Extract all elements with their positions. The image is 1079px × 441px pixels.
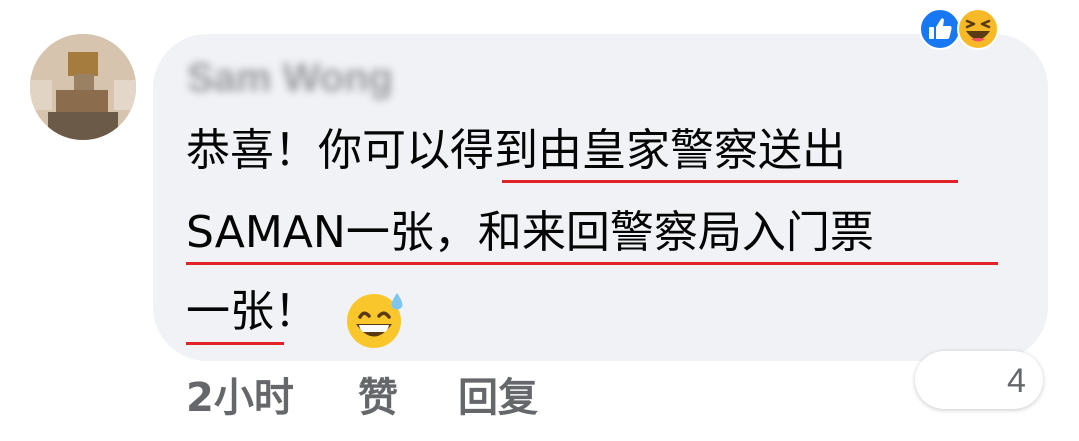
underline-mark-1 xyxy=(502,180,958,183)
haha-icon xyxy=(957,8,999,50)
underline-mark-3 xyxy=(186,342,284,345)
comment-text-line-2: SAMAN一张，和来回警察局入门票 xyxy=(186,207,874,258)
underline-mark-2 xyxy=(186,262,998,265)
reply-button[interactable]: 回复 xyxy=(458,370,538,426)
comment-text-line-1: 恭喜！你可以得到由皇家警察送出 xyxy=(186,125,846,176)
avatar[interactable] xyxy=(30,34,136,140)
like-button[interactable]: 赞 xyxy=(358,370,398,426)
grinning-sweat-emoji-icon xyxy=(347,293,403,348)
comment-text-line-3: 一张！ xyxy=(186,286,318,337)
comment-author-name[interactable]: Sam Wong xyxy=(187,56,393,101)
like-icon xyxy=(919,8,961,50)
reaction-count: 4 xyxy=(1007,362,1026,400)
comment-timestamp[interactable]: 2小时 xyxy=(186,370,294,426)
